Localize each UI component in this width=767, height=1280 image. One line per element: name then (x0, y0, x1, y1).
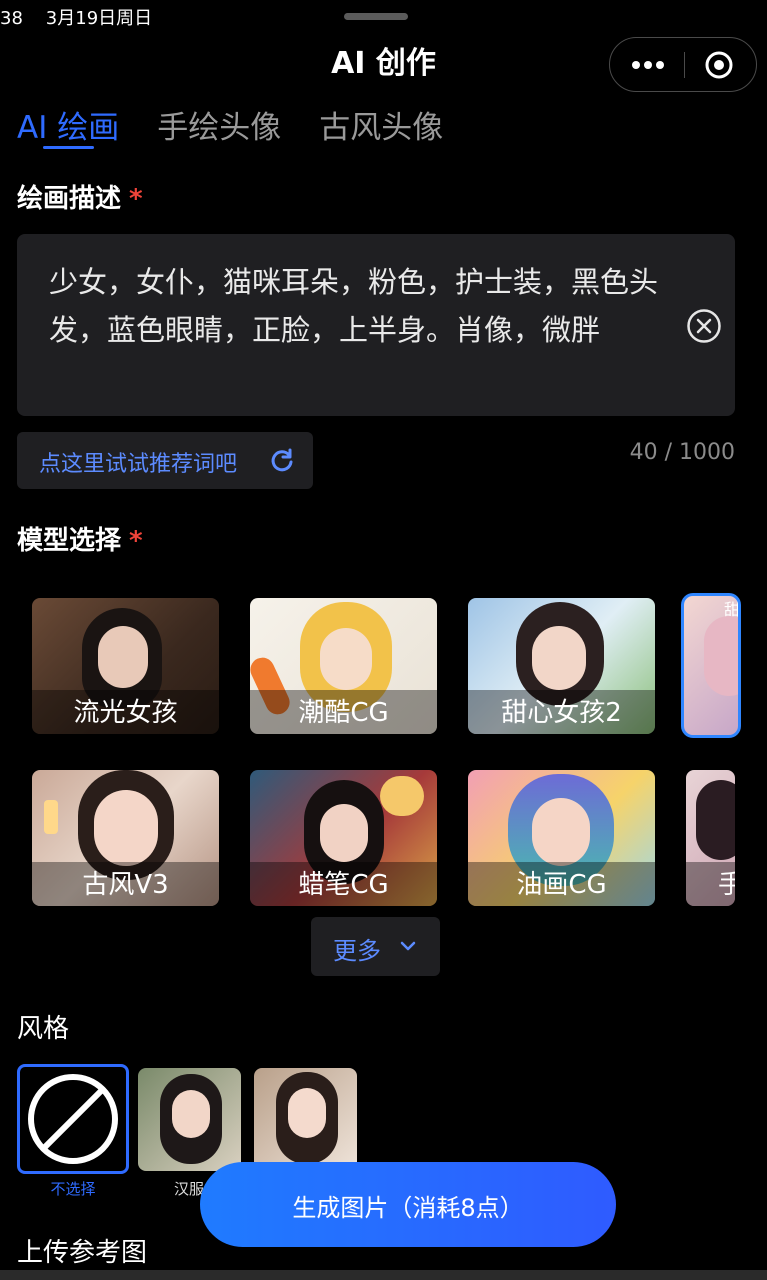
required-mark: * (129, 526, 143, 556)
model-card-chaoku[interactable]: 潮酷CG (250, 598, 437, 734)
none-icon (28, 1074, 118, 1164)
style-option-label: 不选择 (50, 1180, 96, 1198)
required-mark: * (129, 184, 143, 214)
mini-program-capsule (609, 37, 757, 92)
portrait-face (94, 790, 158, 866)
tab-ai-painting[interactable]: AI 绘画 (17, 102, 119, 147)
model-name: 手 (686, 862, 735, 906)
generate-image-button[interactable]: 生成图片（消耗8点） (200, 1162, 616, 1247)
suggest-prompt-button[interactable]: 点这里试试推荐词吧 (17, 432, 313, 489)
more-models-button[interactable]: 更多 (311, 917, 440, 976)
portrait-face (320, 804, 368, 862)
model-label: 模型选择 * (17, 526, 143, 556)
lantern-shape (44, 800, 58, 834)
style-option-third[interactable] (254, 1068, 357, 1171)
more-dots-icon[interactable] (628, 50, 668, 80)
portrait-face (98, 626, 148, 688)
model-card-gufeng-v3[interactable]: 古风V3 (32, 770, 219, 906)
active-tab-indicator (43, 146, 94, 149)
chevron-down-icon (400, 941, 416, 951)
portrait-hair (704, 616, 738, 696)
portrait-face (288, 1088, 326, 1138)
status-time: 38 (0, 8, 23, 29)
model-name: 甜心女孩2 (468, 690, 655, 734)
suggest-prompt-label: 点这里试试推荐词吧 (39, 452, 238, 477)
model-card-selected[interactable]: 甜 (681, 593, 741, 738)
capsule-divider (684, 52, 685, 78)
status-bar: 38 3月19日周日 (0, 4, 152, 30)
status-date: 3月19日周日 (45, 8, 153, 29)
model-name: 油画CG (468, 862, 655, 906)
model-name: 古风V3 (32, 862, 219, 906)
upload-label: 上传参考图 (17, 1238, 148, 1268)
model-card-partial[interactable]: 手 (686, 770, 735, 906)
style-option-hanfu[interactable] (138, 1068, 241, 1171)
portrait-face (320, 628, 372, 690)
portrait-face (532, 626, 586, 690)
refresh-icon (271, 448, 293, 472)
model-card-tianxin2[interactable]: 甜心女孩2 (468, 598, 655, 734)
style-option-none[interactable] (17, 1064, 129, 1174)
description-label: 绘画描述 * (17, 184, 143, 214)
portrait-face (532, 798, 590, 866)
portrait-hair (696, 780, 735, 860)
portrait-face (172, 1090, 210, 1138)
bottom-bar (0, 1270, 767, 1280)
clear-icon[interactable] (686, 308, 722, 344)
tab-hand-drawn-avatar[interactable]: 手绘头像 (157, 102, 281, 147)
model-card-liuguang[interactable]: 流光女孩 (32, 598, 219, 734)
grab-handle[interactable] (344, 13, 408, 20)
model-name: 蜡笔CG (250, 862, 437, 906)
prompt-text[interactable]: 少女，女仆，猫咪耳朵，粉色，护士装，黑色头发，蓝色眼睛，正脸，上半身。肖像，微胖 (49, 258, 669, 354)
model-card-labi[interactable]: 蜡笔CG (250, 770, 437, 906)
prompt-textarea[interactable]: 少女，女仆，猫咪耳朵，粉色，护士装，黑色头发，蓝色眼睛，正脸，上半身。肖像，微胖 (17, 234, 735, 416)
model-card-youhua[interactable]: 油画CG (468, 770, 655, 906)
char-counter: 40 / 1000 (629, 440, 735, 465)
close-target-icon[interactable] (704, 50, 734, 80)
model-name: 流光女孩 (32, 690, 219, 734)
generate-button-label: 生成图片（消耗8点） (292, 1194, 524, 1222)
tab-bar: AI 绘画 手绘头像 古风头像 (17, 102, 443, 147)
more-models-label: 更多 (333, 937, 381, 965)
lantern-shape (380, 776, 424, 816)
tab-ancient-avatar[interactable]: 古风头像 (319, 102, 443, 147)
style-label: 风格 (17, 1014, 70, 1044)
model-name: 潮酷CG (250, 690, 437, 734)
